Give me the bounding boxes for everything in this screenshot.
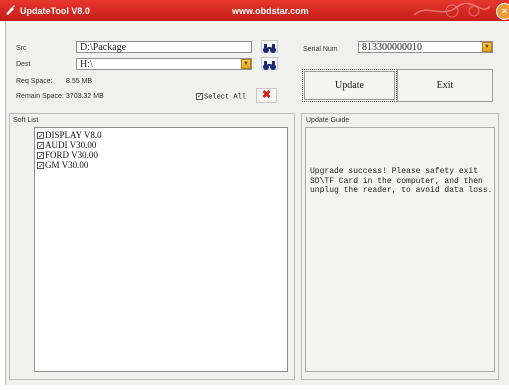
req-space-label: Req Space: bbox=[16, 78, 53, 85]
soft-list-title: Soft List bbox=[13, 117, 39, 124]
binoculars-icon bbox=[263, 61, 276, 70]
binoculars-icon bbox=[263, 44, 276, 53]
title-bar[interactable]: UpdateTool V8.0 www.obdstar.com × bbox=[0, 0, 509, 21]
close-button[interactable]: × bbox=[496, 3, 509, 20]
website-url: www.obdstar.com bbox=[232, 6, 309, 16]
red-tool-icon bbox=[6, 5, 15, 15]
dest-drive-select[interactable]: H:\ bbox=[76, 58, 252, 70]
list-item[interactable]: ✓AUDI V30.00 bbox=[37, 141, 96, 150]
serial-num-label: Serial Num bbox=[303, 46, 338, 53]
checkbox-checked-icon[interactable]: ✓ bbox=[37, 152, 44, 160]
select-all-checkbox[interactable]: ✓Select All bbox=[196, 93, 246, 101]
select-all-check-icon: ✓ bbox=[196, 93, 203, 101]
update-guide-message: Upgrade success! Please safety exit SD\T… bbox=[310, 167, 493, 195]
list-item[interactable]: ✓DISPLAY V8.0 bbox=[37, 131, 102, 140]
req-space-value: 8.55 MB bbox=[66, 78, 93, 85]
checkbox-checked-icon[interactable]: ✓ bbox=[37, 132, 44, 140]
serial-num-select[interactable]: 813300000010 bbox=[358, 41, 493, 53]
browse-src-button[interactable] bbox=[261, 40, 278, 53]
update-tool-window: UpdateTool V8.0 www.obdstar.com × Src D:… bbox=[0, 0, 509, 390]
main-panel: Src D:\Package Dest H:\ ▼ Req Space: 8.5… bbox=[5, 21, 509, 385]
update-button[interactable]: Update bbox=[302, 69, 397, 102]
soft-list-box[interactable]: ✓DISPLAY V8.0 ✓AUDI V30.00 ✓FORD V30.00 … bbox=[34, 127, 288, 372]
update-guide-panel: Upgrade success! Please safety exit SD\T… bbox=[305, 127, 495, 372]
checkbox-checked-icon[interactable]: ✓ bbox=[37, 162, 44, 170]
list-item[interactable]: ✓GM V30.00 bbox=[37, 161, 88, 170]
checkbox-checked-icon[interactable]: ✓ bbox=[37, 142, 44, 150]
delete-button[interactable]: ✖ bbox=[256, 88, 277, 103]
window-title: UpdateTool V8.0 bbox=[20, 6, 90, 16]
src-path-field[interactable]: D:\Package bbox=[76, 41, 252, 53]
serial-dropdown-arrow-icon[interactable]: ▼ bbox=[482, 42, 492, 52]
update-guide-title: Update Guide bbox=[306, 117, 350, 124]
dest-label: Dest bbox=[16, 61, 31, 68]
remain-space-value: 3703.32 MB bbox=[66, 93, 104, 100]
dest-dropdown-arrow-icon[interactable]: ▼ bbox=[241, 59, 251, 69]
decorative-swirl bbox=[413, 3, 491, 18]
list-item[interactable]: ✓FORD V30.00 bbox=[37, 151, 98, 160]
exit-button[interactable]: Exit bbox=[397, 69, 493, 102]
select-all-label: Select All bbox=[204, 93, 247, 102]
browse-dest-button[interactable] bbox=[261, 57, 278, 70]
remain-space-label: Remain Space: bbox=[16, 93, 64, 100]
src-label: Src bbox=[16, 45, 27, 52]
